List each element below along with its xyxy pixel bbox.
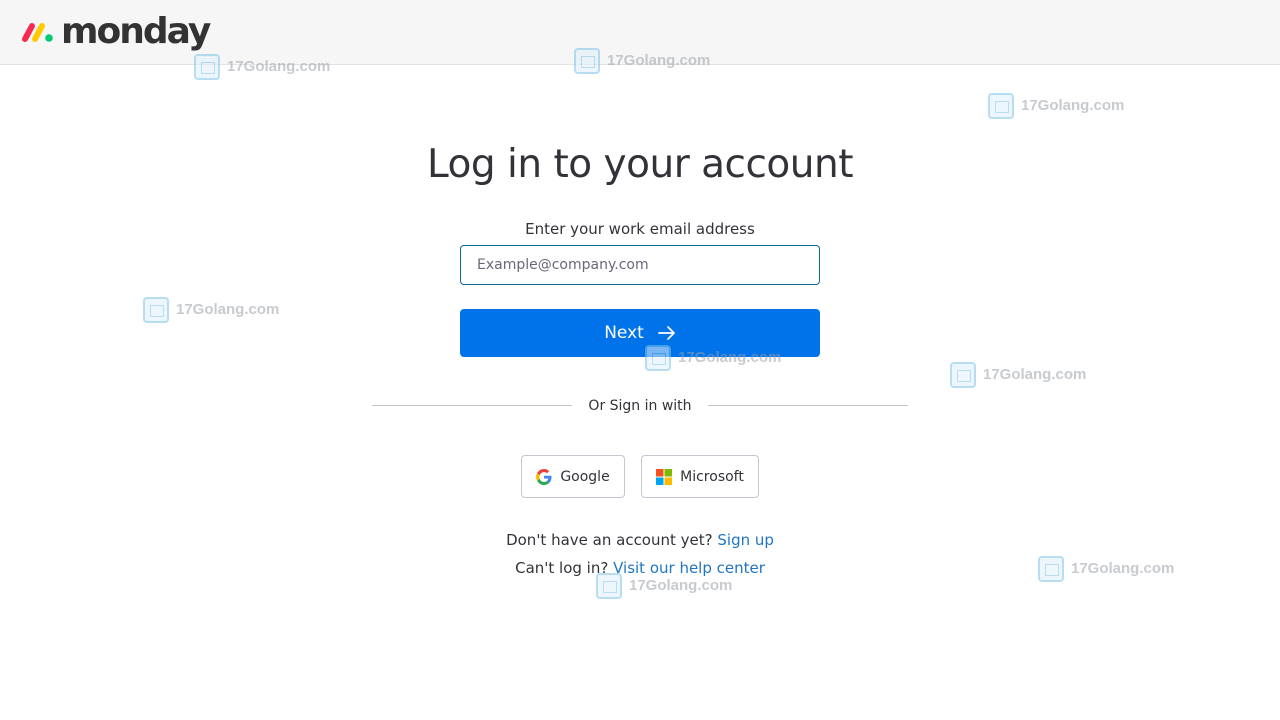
monday-logo[interactable]: monday bbox=[20, 11, 211, 52]
watermark: 17Golang.com bbox=[988, 93, 1124, 119]
watermark: 17Golang.com bbox=[950, 362, 1086, 388]
email-input[interactable] bbox=[460, 245, 820, 285]
watermark-text: 17Golang.com bbox=[983, 366, 1087, 383]
help-center-link[interactable]: Visit our help center bbox=[613, 559, 765, 577]
microsoft-signin-button[interactable]: Microsoft bbox=[641, 455, 759, 498]
google-signin-button[interactable]: Google bbox=[521, 455, 625, 498]
logo-text: monday bbox=[61, 11, 211, 52]
watermark-text: 17Golang.com bbox=[629, 577, 733, 594]
divider-text: Or Sign in with bbox=[588, 398, 692, 414]
monday-logo-mark-icon bbox=[20, 20, 56, 44]
next-button-label: Next bbox=[604, 323, 644, 343]
watermark: 17Golang.com bbox=[143, 297, 279, 323]
microsoft-icon bbox=[656, 468, 673, 485]
divider-right bbox=[708, 405, 908, 406]
watermark-text: 17Golang.com bbox=[1021, 97, 1125, 114]
watermark-logo-icon bbox=[950, 362, 976, 388]
top-bar: monday bbox=[0, 0, 1280, 65]
arrow-right-icon bbox=[657, 325, 676, 341]
email-label: Enter your work email address bbox=[525, 220, 755, 238]
google-label: Google bbox=[560, 468, 610, 485]
watermark-logo-icon bbox=[143, 297, 169, 323]
google-icon bbox=[536, 468, 552, 485]
watermark-text: 17Golang.com bbox=[176, 301, 280, 318]
page-title: Log in to your account bbox=[426, 142, 854, 187]
signup-link[interactable]: Sign up bbox=[717, 531, 774, 549]
signup-line: Don't have an account yet? Sign up bbox=[0, 530, 1280, 550]
watermark-logo-icon bbox=[988, 93, 1014, 119]
signup-prompt: Don't have an account yet? bbox=[506, 531, 713, 549]
help-prompt: Can't log in? bbox=[515, 559, 609, 577]
next-button[interactable]: Next bbox=[460, 309, 820, 357]
microsoft-label: Microsoft bbox=[680, 468, 744, 485]
help-line: Can't log in? Visit our help center bbox=[0, 558, 1280, 578]
divider-left bbox=[372, 405, 572, 406]
